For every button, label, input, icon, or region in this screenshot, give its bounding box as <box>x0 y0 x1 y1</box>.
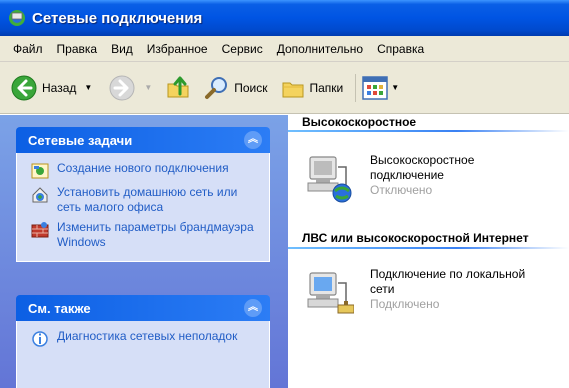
forward-arrow-icon <box>109 75 135 100</box>
toolbar: Назад ▼ ▼ Поиск Папки ▼ <box>0 62 569 114</box>
menu-bar: Файл Правка Вид Избранное Сервис Дополни… <box>0 36 569 62</box>
see-also-header[interactable]: См. также ︽ <box>16 295 270 321</box>
network-tasks-body: Создание нового подключения Установить д… <box>16 153 270 262</box>
search-button[interactable]: Поиск <box>204 71 268 105</box>
task-create-connection-label: Создание нового подключения <box>57 161 229 175</box>
home-network-icon <box>32 187 48 203</box>
task-network-diagnostics-label: Диагностика сетевых неполадок <box>57 329 238 343</box>
folders-label: Папки <box>309 80 344 95</box>
task-network-diagnostics[interactable]: Диагностика сетевых неполадок <box>31 329 261 348</box>
connection-name: Подключение по локальной сети <box>370 267 526 296</box>
connections-list: Высокоскоростное Высокоскоростное подклю… <box>288 115 569 388</box>
task-firewall-settings[interactable]: Изменить параметры брандмауэра Windows <box>31 220 261 250</box>
new-connection-icon <box>31 163 49 179</box>
task-home-network-label: Установить домашнюю сеть или сеть малого… <box>57 185 238 214</box>
toolbar-separator <box>355 73 357 102</box>
connection-lan[interactable]: Подключение по локальной сети Подключено <box>304 267 550 317</box>
task-pane: Сетевые задачи ︽ Создание нового подключ… <box>0 115 288 388</box>
connection-status: Отключено <box>370 183 433 197</box>
forward-dropdown-icon[interactable]: ▼ <box>144 83 152 92</box>
menu-view[interactable]: Вид <box>104 42 140 56</box>
connection-status: Подключено <box>370 297 440 311</box>
search-label: Поиск <box>234 80 268 95</box>
connection-name: Высокоскоростное подключение <box>370 153 475 182</box>
group-header-lan: ЛВС или высокоскоростной Интернет <box>302 231 529 245</box>
forward-button[interactable]: ▼ <box>108 71 152 105</box>
see-also-body: Диагностика сетевых неполадок <box>16 321 270 388</box>
group-divider <box>288 247 569 249</box>
group-divider <box>288 130 569 132</box>
views-icon <box>362 75 388 100</box>
menu-tools[interactable]: Сервис <box>215 42 270 56</box>
folders-icon <box>282 82 303 97</box>
menu-edit[interactable]: Правка <box>50 42 105 56</box>
folders-button[interactable]: Папки <box>280 71 344 105</box>
menu-favorites[interactable]: Избранное <box>140 42 215 56</box>
network-tasks-panel: Сетевые задачи ︽ Создание нового подключ… <box>16 127 270 262</box>
window-title: Сетевые подключения <box>32 9 203 27</box>
menu-advanced[interactable]: Дополнительно <box>270 42 370 56</box>
back-label: Назад <box>42 80 77 95</box>
connection-broadband-text: Высокоскоростное подключение Отключено <box>370 153 500 198</box>
connection-broadband[interactable]: Высокоскоростное подключение Отключено <box>304 153 500 203</box>
firewall-icon <box>31 222 49 238</box>
back-dropdown-icon[interactable]: ▼ <box>84 83 92 92</box>
menu-file[interactable]: Файл <box>6 42 50 56</box>
see-also-panel: См. также ︽ Диагностика сетевых неполадо… <box>16 295 270 388</box>
collapse-chevron-icon[interactable]: ︽ <box>244 299 262 317</box>
back-button[interactable]: Назад ▼ <box>10 71 92 105</box>
group-header-broadband: Высокоскоростное <box>302 115 417 129</box>
broadband-connection-icon <box>307 156 352 203</box>
title-bar[interactable]: Сетевые подключения <box>0 0 569 36</box>
back-arrow-icon <box>11 75 37 100</box>
see-also-title: См. также <box>28 300 91 316</box>
views-dropdown-icon[interactable]: ▼ <box>391 83 399 92</box>
network-tasks-title: Сетевые задачи <box>28 132 133 148</box>
menu-help[interactable]: Справка <box>370 42 431 56</box>
connection-lan-text: Подключение по локальной сети Подключено <box>370 267 550 312</box>
search-icon <box>205 76 228 99</box>
lan-connection-icon <box>307 272 354 314</box>
diagnostics-icon <box>32 331 48 347</box>
collapse-chevron-icon[interactable]: ︽ <box>244 131 262 149</box>
up-folder-icon <box>167 76 189 97</box>
task-home-network[interactable]: Установить домашнюю сеть или сеть малого… <box>31 185 261 215</box>
network-connections-icon <box>9 10 25 26</box>
views-button[interactable]: ▼ <box>362 71 399 105</box>
network-tasks-header[interactable]: Сетевые задачи ︽ <box>16 127 270 153</box>
up-folder-button[interactable] <box>164 71 192 105</box>
task-create-connection[interactable]: Создание нового подключения <box>31 161 261 180</box>
task-firewall-settings-label: Изменить параметры брандмауэра Windows <box>57 220 254 249</box>
